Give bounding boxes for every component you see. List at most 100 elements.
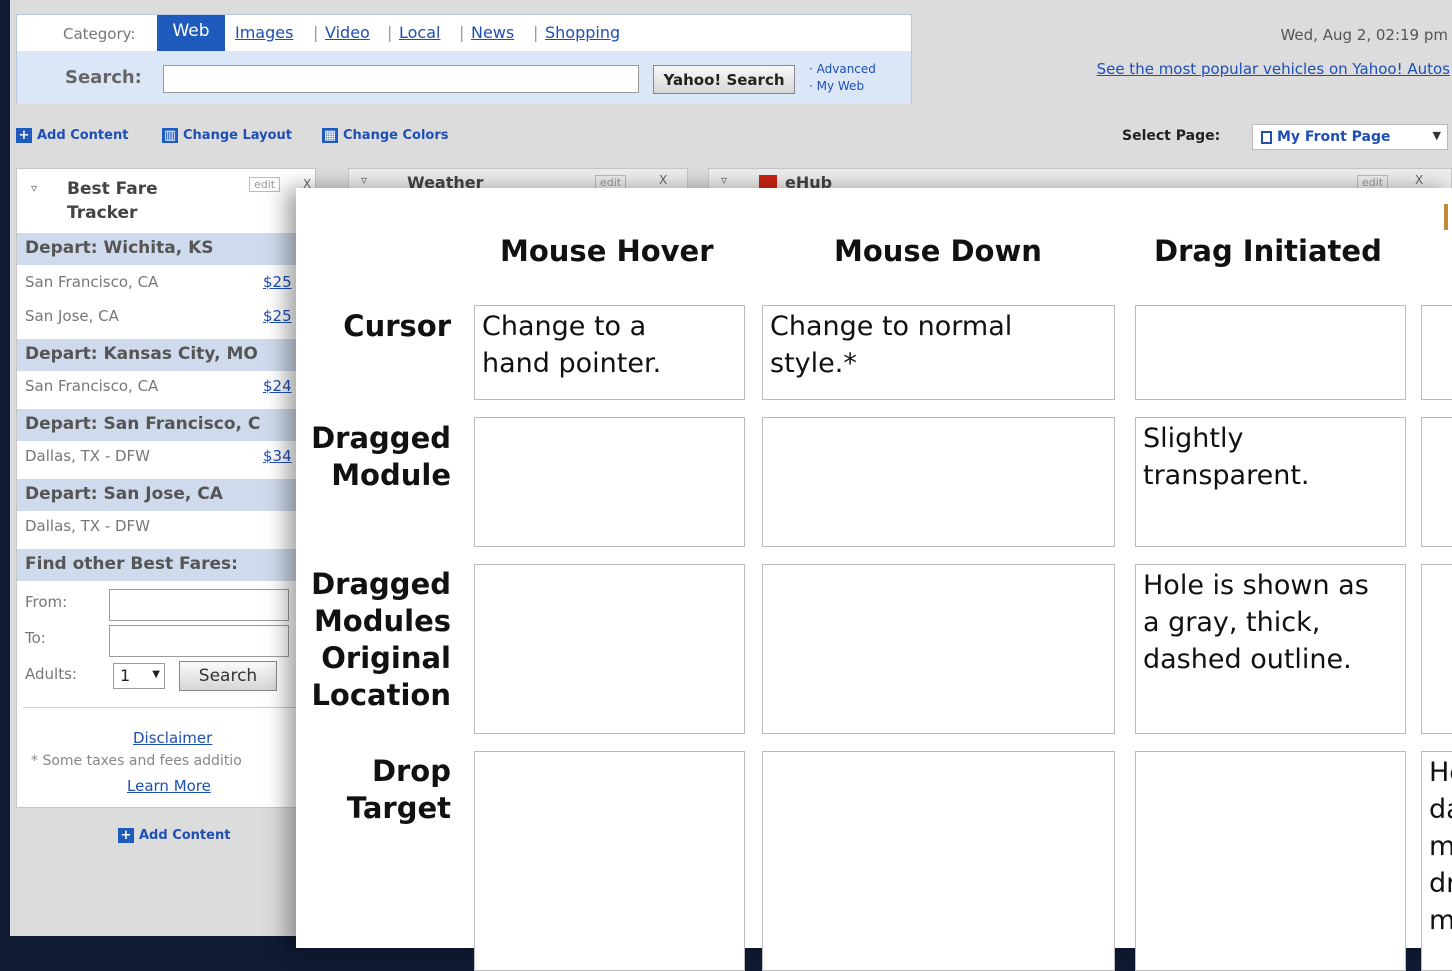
edge-marker: [1444, 204, 1448, 230]
spec-cell: Change to a hand pointer.: [474, 305, 745, 400]
third-close-icon[interactable]: X: [1415, 173, 1423, 187]
my-web-link[interactable]: · My Web: [809, 78, 876, 95]
select-page-dropdown[interactable]: My Front Page ▼: [1252, 124, 1448, 150]
to-input[interactable]: [109, 625, 289, 657]
cell-line: dashed outline.: [1143, 644, 1352, 675]
spec-cell: [474, 564, 745, 734]
spec-cell: [1421, 417, 1452, 547]
spec-cell: Slightly transparent.: [1135, 417, 1406, 547]
search-label: Search:: [65, 67, 142, 88]
row-header-line: Dragged: [311, 421, 451, 455]
depart-header: Depart: Wichita, KS: [17, 233, 315, 265]
fare-price-link[interactable]: $34: [263, 447, 292, 465]
fare-price-link[interactable]: $25: [263, 273, 292, 291]
column-header: Mouse Hover: [500, 234, 714, 268]
fare-search-button[interactable]: Search: [179, 661, 277, 691]
spec-cell: [1135, 751, 1406, 971]
from-input[interactable]: [109, 589, 289, 621]
module-title: Best Fare Tracker: [67, 177, 158, 225]
fare-destination: Dallas, TX - DFW: [25, 517, 151, 535]
cell-line: hand pointer.: [482, 348, 662, 379]
collapse-icon[interactable]: ▿: [31, 181, 37, 195]
spec-cell: Hole is shown as a gray, thick, dashed o…: [1135, 564, 1406, 734]
select-page-label: Select Page:: [1122, 128, 1221, 144]
cell-line: He: [1429, 757, 1452, 788]
adults-value: 1: [120, 666, 131, 685]
separator: |: [387, 23, 393, 42]
row-header: Dragged Modules Original Location: [311, 566, 451, 714]
divider: [23, 707, 311, 708]
yahoo-search-button[interactable]: Yahoo! Search: [653, 65, 795, 94]
row-header: Dragged Module: [311, 420, 451, 494]
page-icon: [1261, 131, 1272, 144]
autos-promo-link[interactable]: See the most popular vehicles on Yahoo! …: [1097, 60, 1450, 78]
change-colors-button[interactable]: ▦ Change Colors: [322, 128, 448, 143]
find-other-fares-header: Find other Best Fares:: [17, 549, 315, 581]
layout-icon: ▥: [162, 128, 178, 143]
add-content-button-bottom[interactable]: + Add Content: [118, 828, 230, 843]
separator: |: [459, 23, 465, 42]
change-colors-label: Change Colors: [343, 128, 449, 143]
edit-button[interactable]: edit: [249, 177, 281, 192]
chevron-down-icon: ▼: [152, 669, 160, 680]
row-header-line: Location: [311, 678, 451, 712]
fare-price-link[interactable]: $24: [263, 377, 292, 395]
tab-shopping[interactable]: Shopping: [545, 23, 620, 42]
row-header-line: Target: [346, 791, 451, 825]
add-content-label: Add Content: [37, 128, 129, 143]
learn-more-link[interactable]: Learn More: [127, 777, 211, 795]
weather-close-icon[interactable]: X: [659, 173, 667, 187]
row-header-line: Drop: [371, 754, 451, 788]
disclaimer-link[interactable]: Disclaimer: [133, 729, 212, 747]
select-page-value: My Front Page: [1277, 129, 1391, 145]
column-header: Mouse Down: [834, 234, 1042, 268]
tab-news[interactable]: News: [471, 23, 514, 42]
add-content-label: Add Content: [139, 828, 231, 843]
adults-select[interactable]: 1 ▼: [113, 663, 165, 689]
row-header-line: Module: [331, 458, 451, 492]
spec-cell: [762, 564, 1115, 734]
separator: |: [533, 23, 539, 42]
tax-note: * Some taxes and fees additio: [31, 753, 242, 769]
spec-cell: [1421, 564, 1452, 734]
fare-destination: San Francisco, CA: [25, 273, 159, 291]
plus-icon: +: [118, 828, 134, 843]
change-layout-label: Change Layout: [183, 128, 293, 143]
module-title-line: Best Fare: [67, 179, 158, 199]
tab-local[interactable]: Local: [399, 23, 440, 42]
cell-line: m: [1429, 902, 1452, 939]
advanced-link[interactable]: · Advanced: [809, 61, 876, 78]
tab-video[interactable]: Video: [325, 23, 370, 42]
separator: |: [313, 23, 319, 42]
search-input[interactable]: [163, 65, 639, 93]
to-label: To:: [25, 629, 46, 647]
collapse-icon[interactable]: ▿: [361, 173, 367, 187]
plus-icon: +: [16, 128, 32, 143]
spec-cell: [1421, 305, 1452, 400]
change-layout-button[interactable]: ▥ Change Layout: [162, 128, 292, 143]
cell-line: dr: [1429, 868, 1452, 899]
module-header[interactable]: ▿ Best Fare Tracker edit X: [17, 169, 315, 233]
tab-web[interactable]: Web: [157, 15, 225, 59]
from-label: From:: [25, 593, 68, 611]
cell-line: Change to normal: [770, 311, 1013, 342]
adults-label: Adults:: [25, 665, 77, 683]
spec-cell: [762, 751, 1115, 971]
add-content-button[interactable]: + Add Content: [16, 128, 128, 143]
category-label: Category:: [63, 25, 136, 43]
fare-price-link[interactable]: $25: [263, 307, 292, 325]
cell-line: style.*: [770, 348, 857, 379]
best-fare-tracker-module: ▿ Best Fare Tracker edit X Depart: Wichi…: [16, 168, 316, 808]
spec-cell: [474, 751, 745, 971]
chevron-down-icon: ▼: [1432, 129, 1441, 142]
category-row: Category: Web Images | Video | Local | N…: [17, 15, 911, 59]
depart-header: Depart: San Jose, CA: [17, 479, 315, 511]
interaction-spec-table: Mouse Hover Mouse Down Drag Initiated Cu…: [296, 188, 1452, 971]
tab-images[interactable]: Images: [235, 23, 293, 42]
collapse-icon[interactable]: ▿: [721, 173, 727, 187]
column-header: Drag Initiated: [1154, 234, 1382, 268]
fare-destination: Dallas, TX - DFW: [25, 447, 151, 465]
cell-line: da: [1429, 794, 1452, 825]
cell-line: Hole is shown as: [1143, 570, 1369, 601]
spec-cell: [762, 417, 1115, 547]
